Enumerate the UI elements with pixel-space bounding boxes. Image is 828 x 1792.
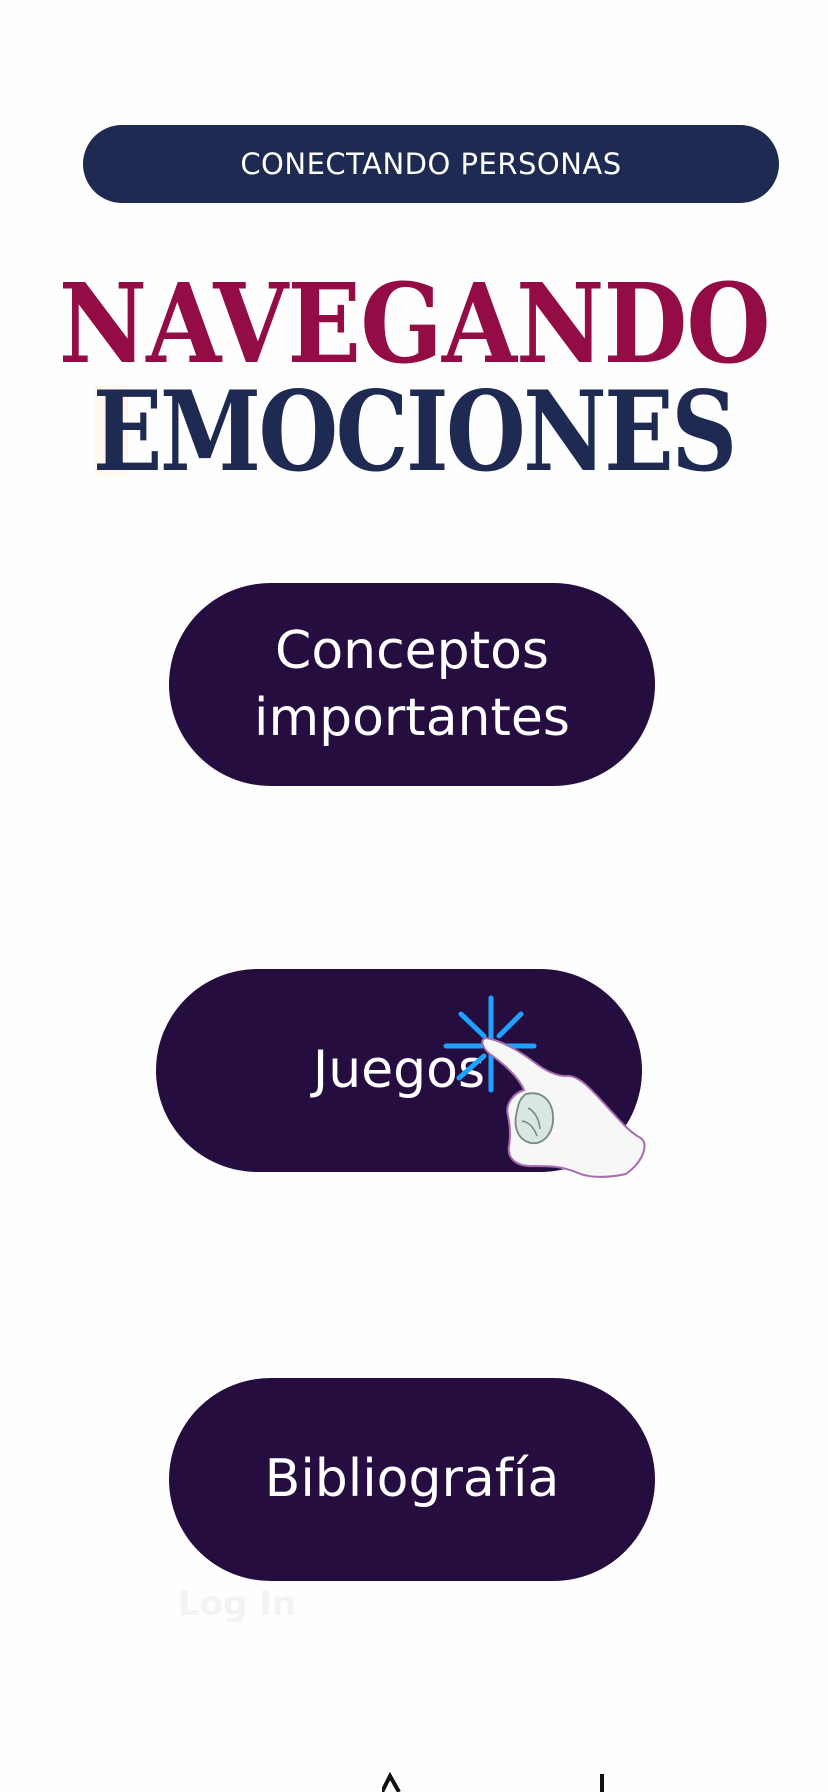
banner-title: CONECTANDO PERSONAS (240, 147, 622, 181)
bibliography-button-label: Bibliografía (264, 1449, 560, 1510)
title-word-emociones: EMOCIONES (93, 366, 738, 497)
games-button-label: Juegos (312, 1040, 486, 1101)
bottom-cutoff-icon (382, 1771, 604, 1792)
title-line-2: EMOCIONES (0, 366, 828, 497)
concepts-button-label: Conceptos importantes (254, 620, 570, 748)
header-banner: CONECTANDO PERSONAS (83, 125, 779, 203)
concepts-button[interactable]: Conceptos importantes (169, 583, 655, 786)
login-link[interactable]: Log In (178, 1584, 296, 1624)
bibliography-button[interactable]: Bibliografía (169, 1378, 655, 1581)
title-line-1: NAVEGANDO (0, 258, 828, 389)
app-screen: CONECTANDO PERSONAS NAVEGANDO EMOCIONES … (0, 0, 828, 1792)
title-word-navegando: NAVEGANDO (58, 258, 771, 389)
games-button[interactable]: Juegos (156, 969, 642, 1172)
